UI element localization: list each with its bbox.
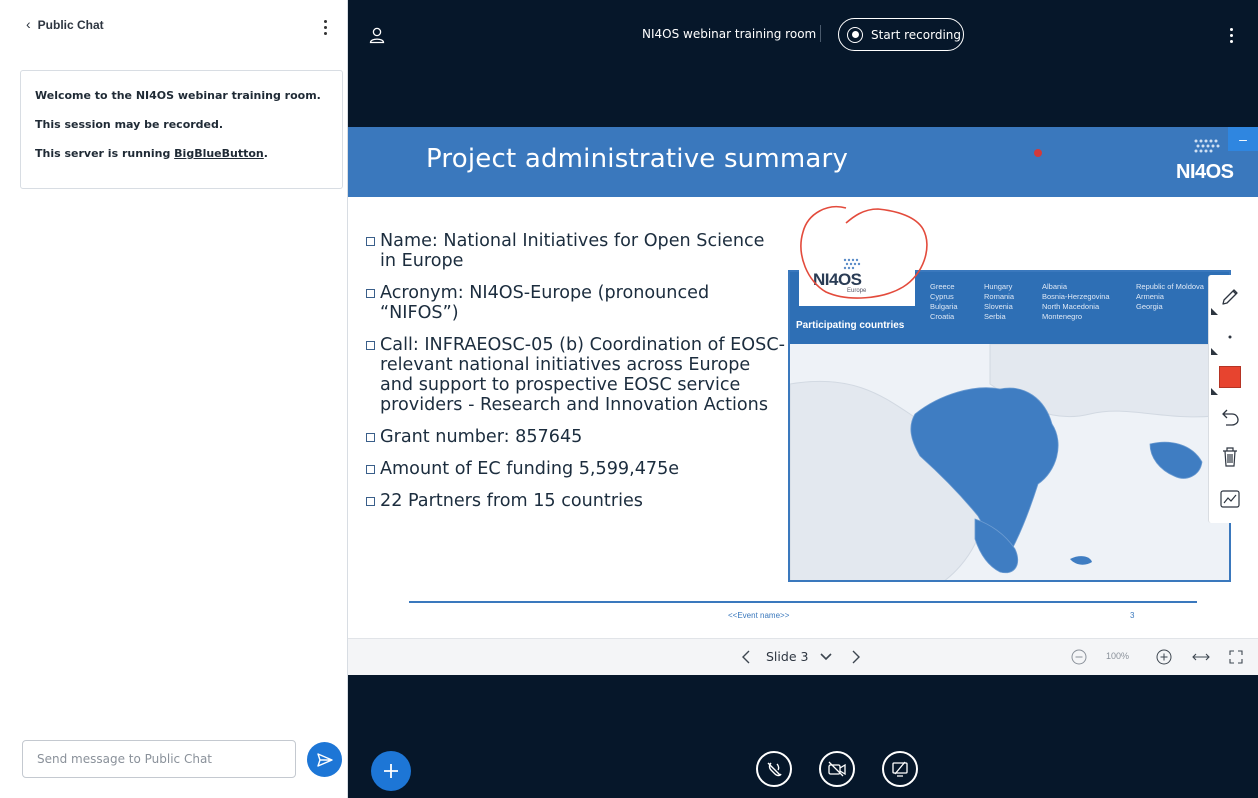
bigbluebutton-link[interactable]: BigBlueButton xyxy=(174,147,264,160)
zoom-out-icon xyxy=(1071,649,1087,665)
logo-text: NI4OS xyxy=(1176,161,1234,183)
plus-icon xyxy=(384,764,398,778)
start-recording-button[interactable]: Start recording xyxy=(838,18,964,51)
bullet-list: Name: National Initiatives for Open Scie… xyxy=(366,231,786,523)
bullet-item: Call: INFRAEOSC-05 (b) Coordination of E… xyxy=(366,335,786,415)
chat-panel: ‹ Public Chat Welcome to the NI4OS webin… xyxy=(0,0,348,798)
country-column: Republic of Moldova Armenia Georgia xyxy=(1136,282,1204,311)
actions-button[interactable] xyxy=(371,751,411,791)
presentation-toolbar: Slide 3 100% xyxy=(348,638,1258,675)
camera-off-icon xyxy=(828,761,846,777)
kebab-menu-icon xyxy=(323,19,327,23)
next-slide-button[interactable] xyxy=(848,649,864,665)
server-notice: This server is running BigBlueButton. xyxy=(35,147,268,160)
whiteboard-toolbar xyxy=(1208,275,1250,523)
chat-back-button[interactable]: ‹ Public Chat xyxy=(26,16,104,32)
record-icon xyxy=(847,26,863,43)
slide-footer-line xyxy=(409,601,1197,603)
kebab-menu-icon xyxy=(1229,27,1233,31)
chevron-left-icon: ‹ xyxy=(26,16,31,32)
video-button[interactable] xyxy=(819,751,855,787)
zoom-out-button[interactable] xyxy=(1070,648,1088,666)
bullet-item: Acronym: NI4OS-Europe (pronounced “NIFOS… xyxy=(366,283,786,323)
screenshare-off-icon xyxy=(892,761,908,777)
color-swatch-icon xyxy=(1219,366,1241,388)
top-bar: NI4OS webinar training room Start record… xyxy=(348,0,1258,70)
undo-icon xyxy=(1222,409,1239,426)
slide-title: Project administrative summary xyxy=(426,144,849,174)
country-column: Greece Cyprus Bulgaria Croatia xyxy=(930,282,958,321)
bullet-item: Grant number: 857645 xyxy=(366,427,786,447)
bullet-item: Name: National Initiatives for Open Scie… xyxy=(366,231,786,271)
fit-to-width-button[interactable] xyxy=(1192,649,1210,665)
screenshare-button[interactable] xyxy=(882,751,918,787)
logo-text: NI4OS xyxy=(813,270,862,289)
dot-size-icon xyxy=(1228,335,1232,339)
chevron-right-icon xyxy=(852,650,860,664)
bullet-item: Amount of EC funding 5,599,475e xyxy=(366,459,786,479)
country-column: Hungary Romania Slovenia Serbia xyxy=(984,282,1015,321)
multi-user-whiteboard-icon xyxy=(1220,490,1240,508)
logo-subtext: Europe xyxy=(847,288,867,294)
fit-width-icon xyxy=(1192,653,1210,661)
options-menu-button[interactable] xyxy=(1226,25,1236,45)
fullscreen-icon xyxy=(1229,650,1243,664)
map-legend-label: Participating countries xyxy=(796,320,905,331)
welcome-message: Welcome to the NI4OS webinar training ro… xyxy=(20,70,343,189)
audio-button[interactable] xyxy=(756,751,792,787)
event-name: <<Event name>> xyxy=(728,611,790,620)
bullet-item: 22 Partners from 15 countries xyxy=(366,491,786,511)
meeting-title: NI4OS webinar training room xyxy=(642,27,817,41)
record-label: Start recording xyxy=(871,27,962,42)
slide-header: Project administrative summary NI4OS – xyxy=(348,127,1258,197)
slide-selector[interactable]: Slide 3 xyxy=(766,649,832,664)
chat-title: Public Chat xyxy=(37,18,104,32)
ni4os-europe-logo: NI4OS Europe xyxy=(799,254,915,306)
pencil-icon xyxy=(1222,289,1238,305)
trash-icon xyxy=(1223,447,1237,467)
send-icon xyxy=(316,752,333,767)
country-column: Albania Bosnia-Herzegovina North Macedonia… xyxy=(1042,282,1110,321)
previous-slide-button[interactable] xyxy=(738,649,754,665)
presentation-area: NI4OS webinar training room Start record… xyxy=(348,0,1258,798)
chat-message-input[interactable] xyxy=(22,740,296,778)
welcome-line: Welcome to the NI4OS webinar training ro… xyxy=(35,89,321,102)
map-image xyxy=(790,344,1229,580)
color-picker-button[interactable] xyxy=(1209,357,1251,397)
chat-options-button[interactable] xyxy=(318,16,332,38)
chat-header: ‹ Public Chat xyxy=(0,0,348,48)
minimize-presentation-button[interactable]: – xyxy=(1228,127,1258,151)
chevron-down-icon xyxy=(820,653,832,661)
zoom-in-icon xyxy=(1156,649,1172,665)
zoom-in-button[interactable] xyxy=(1155,648,1173,666)
pencil-tool-button[interactable] xyxy=(1209,277,1251,317)
laser-pointer xyxy=(1034,149,1042,157)
slide-page-number: 3 xyxy=(1130,611,1135,620)
chevron-left-icon xyxy=(742,650,750,664)
countries-map: Greece Cyprus Bulgaria Croatia Hungary Roman… xyxy=(788,270,1231,582)
user-list-toggle[interactable] xyxy=(368,26,386,44)
divider xyxy=(820,25,821,42)
mute-microphone-icon xyxy=(767,762,782,777)
multi-user-whiteboard-button[interactable] xyxy=(1209,479,1251,519)
zoom-level: 100% xyxy=(1106,651,1130,661)
recording-notice: This session may be recorded. xyxy=(35,118,224,131)
undo-button[interactable] xyxy=(1209,397,1251,437)
user-icon xyxy=(369,27,385,44)
presentation-slide[interactable]: Project administrative summary NI4OS – N… xyxy=(348,127,1258,638)
fullscreen-button[interactable] xyxy=(1228,649,1244,665)
thickness-button[interactable] xyxy=(1209,317,1251,357)
send-message-button[interactable] xyxy=(307,742,342,777)
clear-all-button[interactable] xyxy=(1209,437,1251,477)
logo-dots-icon xyxy=(1194,139,1220,153)
